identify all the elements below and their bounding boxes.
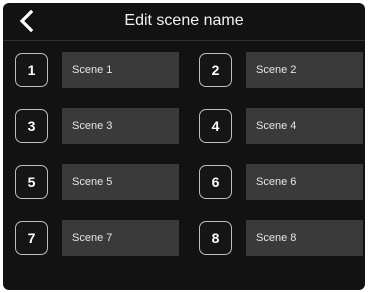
scene-number-button-6[interactable]: 6 bbox=[199, 165, 232, 199]
scene-item-8: 8 Scene 8 bbox=[199, 220, 365, 258]
scene-name-field-1[interactable]: Scene 1 bbox=[62, 52, 179, 88]
scene-name-field-5[interactable]: Scene 5 bbox=[62, 164, 179, 200]
scene-name-field-3[interactable]: Scene 3 bbox=[62, 108, 179, 144]
scene-name-field-6[interactable]: Scene 6 bbox=[246, 164, 363, 200]
scene-name-field-2[interactable]: Scene 2 bbox=[246, 52, 363, 88]
scene-name-field-7[interactable]: Scene 7 bbox=[62, 220, 179, 256]
header-bar: Edit scene name bbox=[3, 3, 365, 41]
scene-item-4: 4 Scene 4 bbox=[199, 108, 365, 146]
scene-name-field-8[interactable]: Scene 8 bbox=[246, 220, 363, 256]
scene-number-button-4[interactable]: 4 bbox=[199, 109, 232, 143]
scene-item-1: 1 Scene 1 bbox=[15, 52, 185, 90]
scene-item-7: 7 Scene 7 bbox=[15, 220, 185, 258]
scene-item-5: 5 Scene 5 bbox=[15, 164, 185, 202]
scene-number-button-3[interactable]: 3 bbox=[15, 109, 48, 143]
scene-item-2: 2 Scene 2 bbox=[199, 52, 365, 90]
scene-number-button-1[interactable]: 1 bbox=[15, 53, 48, 87]
scene-item-6: 6 Scene 6 bbox=[199, 164, 365, 202]
scene-name-field-4[interactable]: Scene 4 bbox=[246, 108, 363, 144]
edit-scene-name-screen: Edit scene name 1 Scene 1 2 Scene 2 3 Sc… bbox=[3, 3, 365, 290]
scene-item-3: 3 Scene 3 bbox=[15, 108, 185, 146]
scene-number-button-2[interactable]: 2 bbox=[199, 53, 232, 87]
scene-number-button-7[interactable]: 7 bbox=[15, 221, 48, 255]
scene-number-button-8[interactable]: 8 bbox=[199, 221, 232, 255]
page-title: Edit scene name bbox=[124, 12, 244, 29]
scene-number-button-5[interactable]: 5 bbox=[15, 165, 48, 199]
